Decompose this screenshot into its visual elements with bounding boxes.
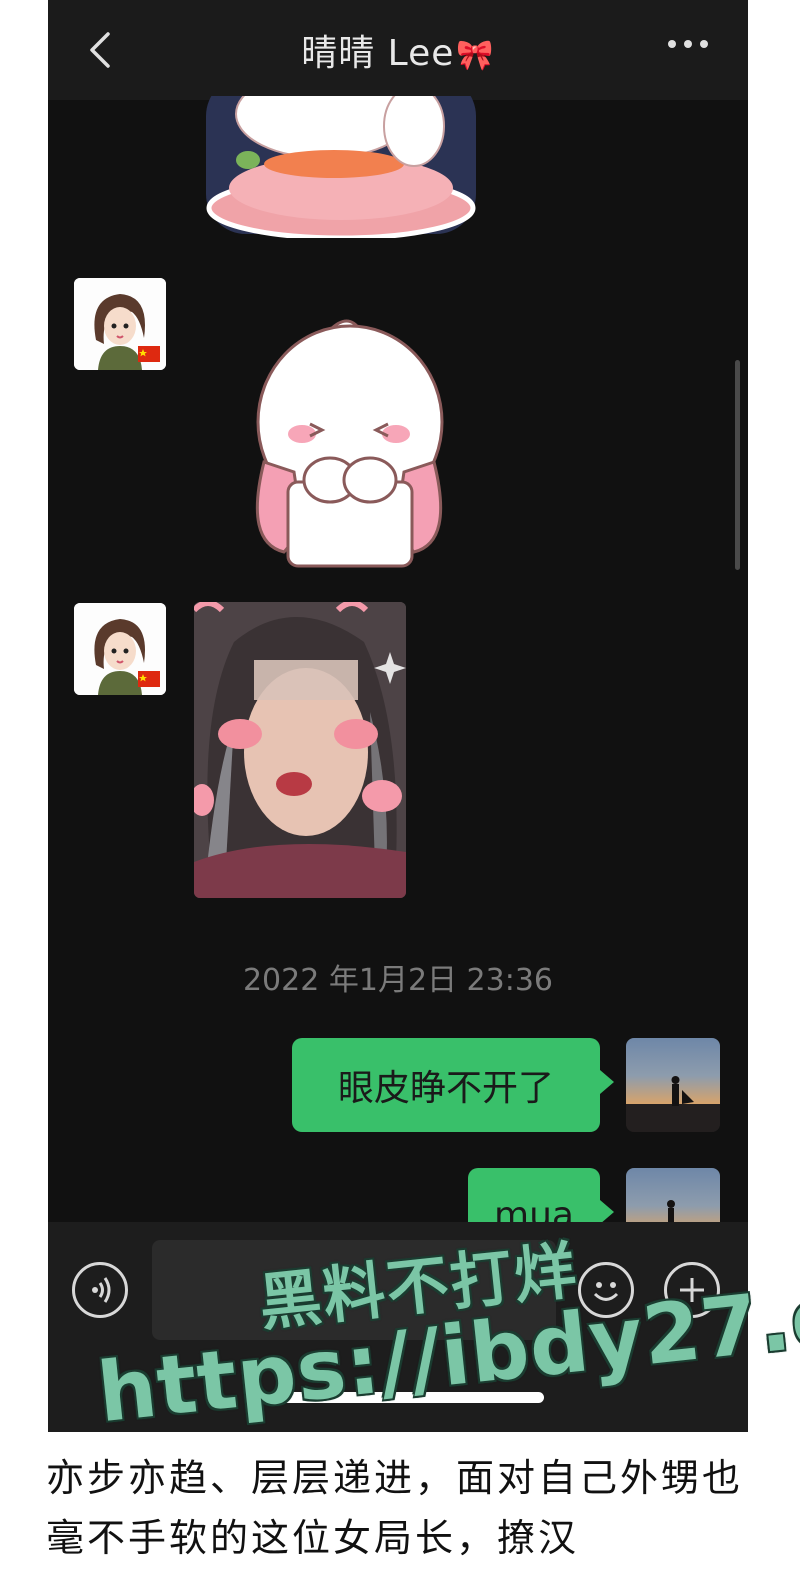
message-timestamp: 2022 年1月2日 23:36 bbox=[242, 963, 554, 998]
more-dots-icon[interactable] bbox=[668, 40, 708, 48]
shy-bunny-sticker[interactable] bbox=[244, 312, 454, 568]
chevron-left-icon[interactable] bbox=[82, 30, 122, 70]
sent-message-bubble[interactable]: 眼皮睁不开了 bbox=[292, 1038, 614, 1132]
selfie-photo[interactable] bbox=[194, 602, 406, 898]
contact-avatar[interactable] bbox=[74, 603, 166, 695]
sent-message-text: 眼皮睁不开了 bbox=[337, 1068, 554, 1109]
article-caption: 亦步亦趋、层层递进，面对自己外甥也毫不手软的这位女局长，撩汉 bbox=[46, 1456, 744, 1560]
plus-icon[interactable] bbox=[664, 1262, 720, 1318]
bow-emoji: 🎀 bbox=[456, 38, 495, 73]
contact-avatar[interactable] bbox=[74, 278, 166, 370]
chat-title: 晴晴 Lee🎀 bbox=[301, 24, 495, 76]
home-indicator[interactable] bbox=[274, 1392, 544, 1403]
contact-name: 晴晴 Lee bbox=[301, 33, 455, 74]
input-bar bbox=[48, 1222, 748, 1432]
message-input[interactable] bbox=[152, 1240, 556, 1340]
bunny-cushion-sticker[interactable] bbox=[204, 96, 478, 238]
emoji-icon[interactable] bbox=[578, 1262, 634, 1318]
top-bar: 晴晴 Lee🎀 bbox=[48, 0, 748, 100]
scrollbar[interactable] bbox=[735, 360, 740, 570]
chat-screen: 晴晴 Lee🎀 2022 年1月2日 23:36 眼皮睁不开了 mua bbox=[48, 0, 748, 1432]
voice-icon[interactable] bbox=[72, 1262, 128, 1318]
my-avatar[interactable] bbox=[626, 1038, 720, 1132]
